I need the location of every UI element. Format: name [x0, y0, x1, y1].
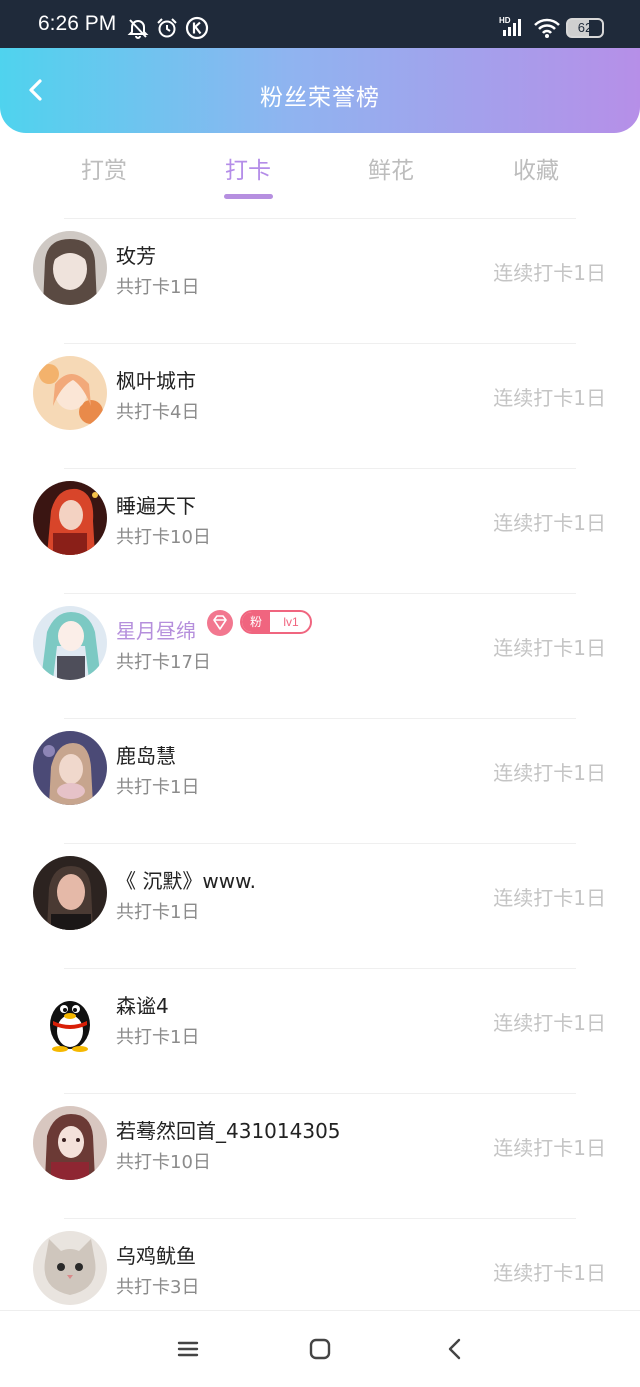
- tab-flowers[interactable]: 鲜花: [331, 151, 451, 185]
- list-item[interactable]: 《 沉默》www. 共打卡1日 连续打卡1日: [0, 843, 640, 968]
- divider: [64, 843, 576, 844]
- cat-avatar: [33, 1231, 107, 1305]
- checkin-total: 共打卡4日: [116, 402, 200, 423]
- back-arrow-icon[interactable]: [441, 1335, 469, 1363]
- list-item[interactable]: 星月昼绵 粉 lv1 共打卡17日 连续打卡1日: [0, 593, 640, 718]
- tab-reward[interactable]: 打赏: [44, 151, 164, 185]
- checkin-total: 共打卡1日: [116, 277, 200, 298]
- k-app-icon: [185, 16, 209, 40]
- home-square-icon[interactable]: [306, 1335, 334, 1363]
- diamond-badge: [207, 610, 233, 636]
- fan-name: 鹿岛慧: [116, 744, 176, 768]
- divider: [64, 468, 576, 469]
- divider: [64, 1218, 576, 1219]
- divider: [64, 593, 576, 594]
- fan-name: 乌鸡鱿鱼: [116, 1244, 196, 1268]
- avatar: [33, 231, 107, 305]
- fan-name: 玫芳: [116, 244, 156, 268]
- checkin-total: 共打卡3日: [116, 1277, 200, 1298]
- checkin-streak: 连续打卡1日: [493, 761, 606, 785]
- fan-badge-level: lv1: [283, 615, 299, 629]
- active-tab-indicator: [224, 194, 273, 199]
- avatar: [33, 356, 107, 430]
- checkin-total: 共打卡17日: [116, 652, 211, 673]
- alarm-icon: [157, 18, 177, 38]
- fan-name: 《 沉默》www.: [116, 869, 256, 893]
- avatar: [33, 731, 107, 805]
- divider: [64, 343, 576, 344]
- checkin-total: 共打卡1日: [116, 777, 200, 798]
- checkin-total: 共打卡10日: [116, 1152, 211, 1173]
- avatar: [33, 1106, 107, 1180]
- list-item[interactable]: 睡遍天下 共打卡10日 连续打卡1日: [0, 468, 640, 593]
- avatar: [33, 606, 107, 680]
- checkin-streak: 连续打卡1日: [493, 636, 606, 660]
- battery-icon: 62: [566, 18, 604, 38]
- hd-signal-icon: HD: [499, 16, 521, 36]
- list-item[interactable]: 若蓦然回首_431014305 共打卡10日 连续打卡1日: [0, 1093, 640, 1218]
- battery-level: 62: [577, 20, 593, 35]
- svg-text:HD: HD: [499, 16, 511, 25]
- tab-favorites[interactable]: 收藏: [476, 151, 596, 185]
- diamond-icon: [213, 615, 227, 630]
- checkin-total: 共打卡10日: [116, 527, 211, 548]
- checkin-streak: 连续打卡1日: [493, 1261, 606, 1285]
- tab-checkin[interactable]: 打卡: [188, 151, 308, 185]
- checkin-streak: 连续打卡1日: [493, 386, 606, 410]
- system-nav-bar: [0, 1310, 640, 1387]
- divider: [64, 1093, 576, 1094]
- checkin-streak: 连续打卡1日: [493, 261, 606, 285]
- fan-name: 睡遍天下: [116, 494, 196, 518]
- checkin-streak: 连续打卡1日: [493, 1136, 606, 1160]
- checkin-streak: 连续打卡1日: [493, 1011, 606, 1035]
- page-title: 粉丝荣誉榜: [260, 85, 380, 111]
- divider: [64, 718, 576, 719]
- checkin-streak: 连续打卡1日: [493, 511, 606, 535]
- status-time: 6:26 PM: [38, 12, 117, 35]
- checkin-total: 共打卡1日: [116, 1027, 200, 1048]
- fan-name: 若蓦然回首_431014305: [116, 1119, 341, 1143]
- status-bar: 6:26 PM HD 62: [0, 0, 640, 48]
- checkin-streak: 连续打卡1日: [493, 886, 606, 910]
- avatar: [33, 481, 107, 555]
- divider: [64, 968, 576, 969]
- menu-icon[interactable]: [174, 1335, 202, 1363]
- fan-name: 星月昼绵: [116, 619, 196, 643]
- checkin-total: 共打卡1日: [116, 902, 200, 923]
- fan-name: 森谧4: [116, 994, 169, 1018]
- list-item[interactable]: 鹿岛慧 共打卡1日 连续打卡1日: [0, 718, 640, 843]
- tab-bar: 打赏 打卡 鲜花 收藏: [0, 133, 640, 205]
- fan-badge-label: 粉: [242, 612, 270, 632]
- bell-off-icon: [127, 19, 149, 39]
- header-bar: 粉丝荣誉榜: [0, 48, 640, 133]
- list-item[interactable]: 玫芳 共打卡1日 连续打卡1日: [0, 218, 640, 343]
- divider: [64, 218, 576, 219]
- wifi-icon: [534, 18, 560, 38]
- list-item[interactable]: 枫叶城市 共打卡4日 连续打卡1日: [0, 343, 640, 468]
- list-item[interactable]: 森谧4 共打卡1日 连续打卡1日: [0, 968, 640, 1093]
- fan-name: 枫叶城市: [116, 369, 196, 393]
- avatar: [33, 856, 107, 930]
- qq-penguin-avatar: [33, 981, 107, 1055]
- fan-level-badge: 粉 lv1: [240, 610, 312, 634]
